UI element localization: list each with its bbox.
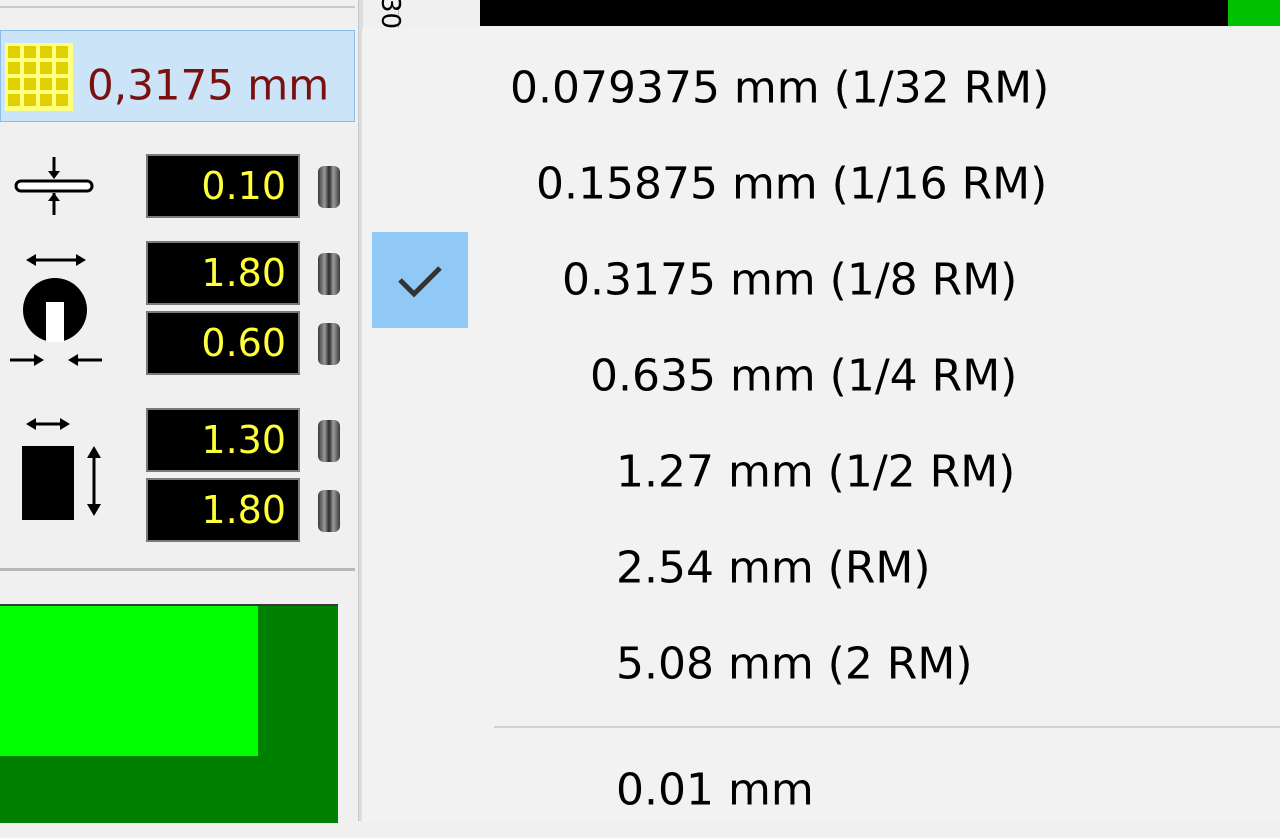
menu-item-grid-1-4[interactable]: 0.635 mm (1/4 RM) <box>362 328 1280 424</box>
ruler-label: 30 <box>375 0 439 29</box>
smd-width-field[interactable]: 1.30 <box>146 408 300 472</box>
grid-size-value: 0,3175 mm <box>87 60 330 110</box>
pad-outer-field[interactable]: 1.80 <box>146 241 300 305</box>
left-toolbar-panel: 0,3175 mm 0.10 1.80 0.60 1.30 1.80 <box>0 0 358 823</box>
line-width-spinner[interactable] <box>318 166 340 208</box>
grid-size-selector[interactable]: 0,3175 mm <box>0 30 355 122</box>
menu-item-grid-2rm[interactable]: 5.08 mm (2 RM) <box>362 616 1280 712</box>
smd-width-spinner[interactable] <box>318 420 340 462</box>
smd-height-spinner[interactable] <box>318 490 340 532</box>
pad-outer-spinner[interactable] <box>318 253 340 295</box>
grid-size-menu: 0.079375 mm (1/32 RM) 0.15875 mm (1/16 R… <box>362 28 1280 821</box>
menu-item-grid-1-2[interactable]: 1.27 mm (1/2 RM) <box>362 424 1280 520</box>
menu-separator <box>494 726 1280 728</box>
menu-item-label: 0.15875 mm (1/16 RM) <box>536 158 1048 210</box>
menu-item-label: 0.01 mm <box>616 764 814 816</box>
canvas-area[interactable] <box>480 0 1228 26</box>
panel-separator <box>0 568 355 571</box>
menu-item-grid-1-32[interactable]: 0.079375 mm (1/32 RM) <box>362 40 1280 136</box>
menu-item-label: 1.27 mm (1/2 RM) <box>616 446 1016 498</box>
top-divider <box>0 0 355 8</box>
menu-item-label: 0.079375 mm (1/32 RM) <box>510 62 1050 114</box>
menu-item-grid-rm[interactable]: 2.54 mm (RM) <box>362 520 1280 616</box>
menu-item-label: 5.08 mm (2 RM) <box>616 638 973 690</box>
line-width-field[interactable]: 0.10 <box>146 154 300 218</box>
menu-item-grid-001[interactable]: 0.01 mm <box>362 742 1280 838</box>
menu-item-label: 2.54 mm (RM) <box>616 542 931 594</box>
menu-item-grid-1-8[interactable]: 0.3175 mm (1/8 RM) <box>362 232 1280 328</box>
pad-drill-spinner[interactable] <box>318 323 340 365</box>
layer-preview[interactable] <box>0 604 338 823</box>
pad-diameter-icon <box>10 254 102 366</box>
menu-item-grid-1-16[interactable]: 0.15875 mm (1/16 RM) <box>362 136 1280 232</box>
grid-icon <box>5 43 73 111</box>
canvas-green-edge <box>1228 0 1280 26</box>
smd-pad-icon <box>22 418 101 520</box>
smd-height-field[interactable]: 1.80 <box>146 478 300 542</box>
menu-item-label: 0.3175 mm (1/8 RM) <box>562 254 1018 306</box>
layer-preview-highlight <box>0 606 258 756</box>
line-width-icon <box>14 157 94 215</box>
menu-item-label: 0.635 mm (1/4 RM) <box>590 350 1018 402</box>
pad-drill-field[interactable]: 0.60 <box>146 311 300 375</box>
